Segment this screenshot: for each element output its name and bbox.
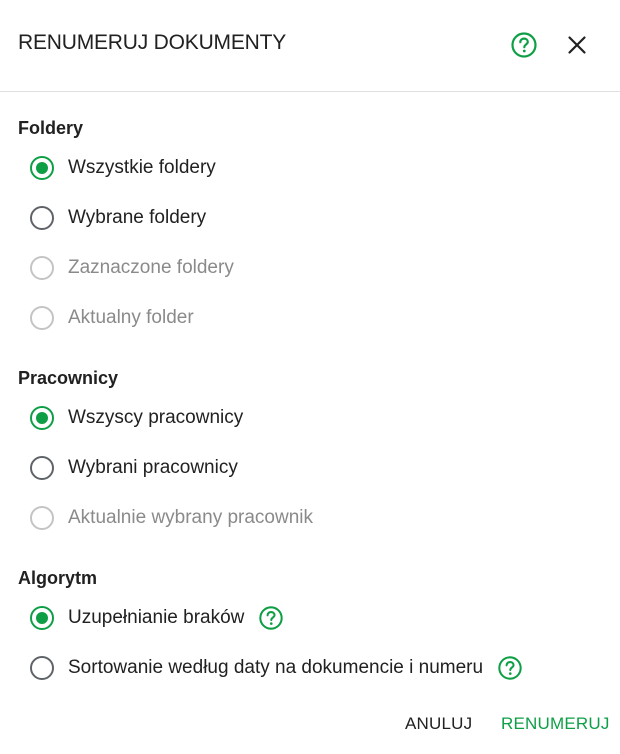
radio-button[interactable] (30, 206, 54, 230)
radio-label: Uzupełnianie braków (68, 607, 245, 628)
renumber-dialog: RENUMERUJ DOKUMENTY Foldery Wszystkie fo… (0, 0, 620, 754)
radio-option-wybrane-foldery[interactable]: Wybrane foldery (30, 203, 206, 233)
help-icon[interactable] (497, 655, 523, 681)
radio-option-wszystkie-foldery[interactable]: Wszystkie foldery (30, 153, 216, 183)
help-icon[interactable] (510, 31, 538, 59)
radio-label: Wybrani pracownicy (68, 457, 238, 478)
radio-button (30, 506, 54, 530)
radio-option-sortowanie-wedlug-daty[interactable]: Sortowanie według daty na dokumencie i n… (30, 653, 523, 683)
radio-option-aktualny-folder: Aktualny folder (30, 303, 194, 333)
dialog-title: RENUMERUJ DOKUMENTY (18, 31, 287, 54)
radio-option-uzupelnianie-brakow[interactable]: Uzupełnianie braków (30, 603, 284, 633)
section-title-pracownicy: Pracownicy (18, 368, 119, 388)
radio-button (30, 306, 54, 330)
help-icon[interactable] (258, 605, 284, 631)
radio-button[interactable] (30, 456, 54, 480)
radio-label: Sortowanie według daty na dokumencie i n… (68, 657, 484, 678)
radio-label: Aktualny folder (68, 307, 194, 328)
dialog-header: RENUMERUJ DOKUMENTY (0, 0, 620, 92)
radio-option-aktualnie-wybrany-pracownik: Aktualnie wybrany pracownik (30, 503, 313, 533)
radio-button[interactable] (30, 606, 54, 630)
radio-label: Wybrane foldery (68, 207, 207, 228)
radio-option-wszyscy-pracownicy[interactable]: Wszyscy pracownicy (30, 403, 243, 433)
radio-label: Aktualnie wybrany pracownik (68, 507, 314, 528)
close-icon[interactable] (563, 31, 591, 59)
radio-label: Wszystkie foldery (68, 157, 216, 178)
radio-button (30, 256, 54, 280)
radio-label: Wszyscy pracownicy (68, 407, 244, 428)
radio-button[interactable] (30, 656, 54, 680)
renumber-button[interactable]: RENUMERUJ (501, 714, 610, 734)
radio-option-zaznaczone-foldery: Zaznaczone foldery (30, 253, 234, 283)
section-title-algorytm: Algorytm (18, 568, 98, 588)
radio-button[interactable] (30, 406, 54, 430)
radio-button[interactable] (30, 156, 54, 180)
cancel-button[interactable]: ANULUJ (405, 714, 472, 734)
radio-option-wybrani-pracownicy[interactable]: Wybrani pracownicy (30, 453, 238, 483)
radio-label: Zaznaczone foldery (68, 257, 234, 278)
section-title-foldery: Foldery (18, 118, 84, 138)
